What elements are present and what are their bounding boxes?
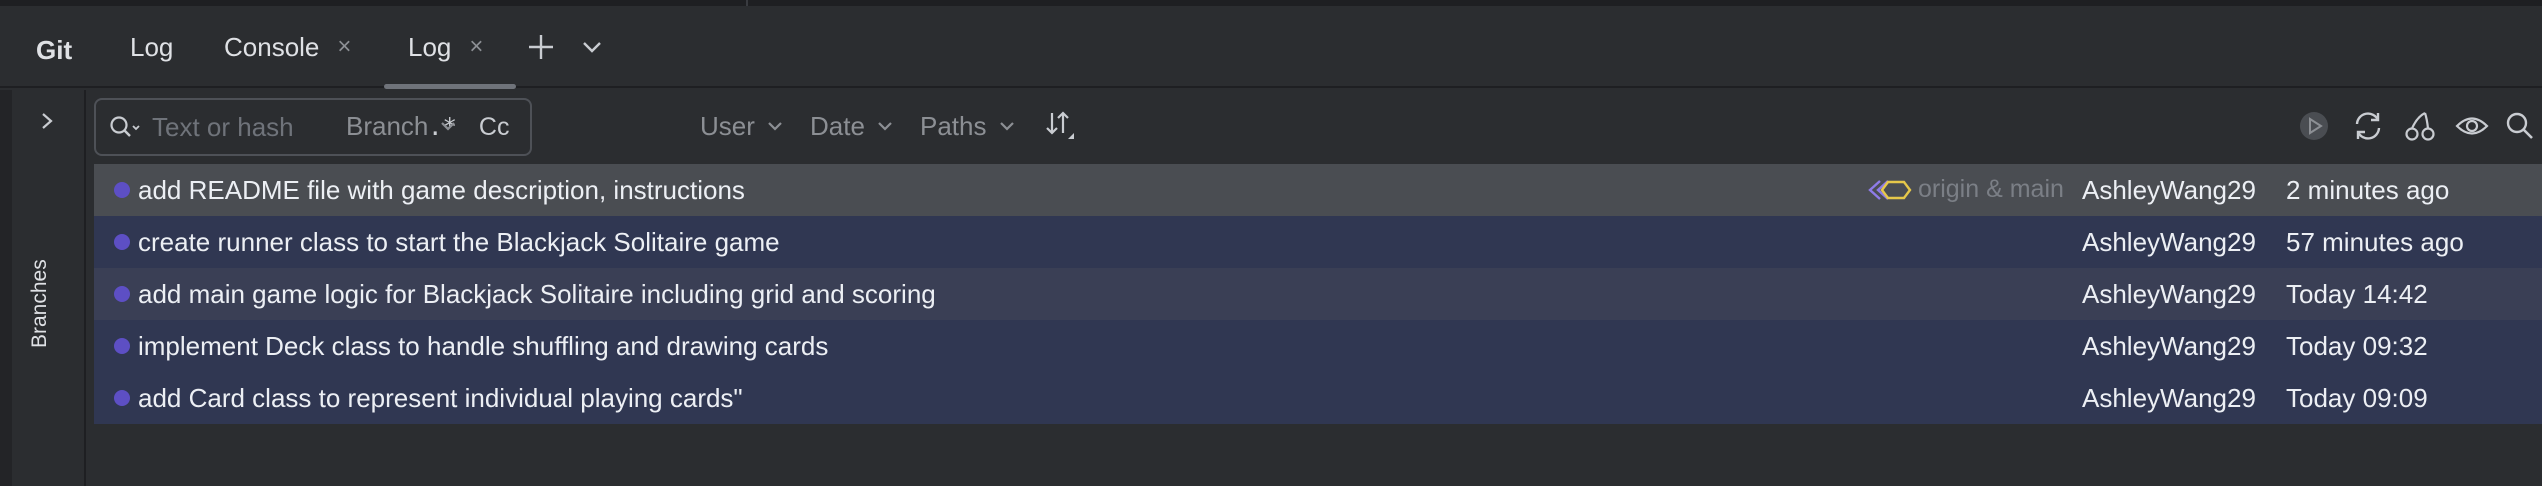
branches-stripe: Branches xyxy=(0,90,86,486)
tab-label: Log xyxy=(408,31,452,62)
chevron-down-icon xyxy=(441,122,456,131)
cherry-pick-button[interactable] xyxy=(2400,106,2440,146)
branch-filter[interactable]: Branch xyxy=(346,104,458,148)
chevron-down-icon xyxy=(583,42,601,53)
branch-tag-icon xyxy=(1866,177,1912,203)
toolwindow-tabbar: Git Log Console × Log × xyxy=(0,6,2542,89)
paths-filter-label: Paths xyxy=(920,110,987,141)
date-filter-label: Date xyxy=(810,110,865,141)
tab-log[interactable]: Log xyxy=(130,6,173,88)
commit-row[interactable]: add README file with game description, i… xyxy=(94,164,2542,216)
commit-log-table: add README file with game description, i… xyxy=(94,164,2542,424)
commit-author: AshleyWang29 xyxy=(2082,383,2256,413)
branches-label[interactable]: Branches xyxy=(28,259,52,348)
tab-options-button[interactable] xyxy=(580,6,604,88)
commit-refs: origin & main xyxy=(1866,175,2064,204)
paths-filter[interactable]: Paths xyxy=(920,104,1017,148)
sort-options-button[interactable] xyxy=(1044,104,1078,148)
active-tab-indicator xyxy=(384,84,516,89)
chevron-down-icon xyxy=(768,122,782,131)
commit-row[interactable]: add main game logic for Blackjack Solita… xyxy=(94,268,2542,320)
search-box[interactable]: .* Cc xyxy=(94,98,532,156)
commit-row[interactable]: add Card class to represent individual p… xyxy=(94,372,2542,424)
branch-filter-label: Branch xyxy=(346,110,429,141)
chevron-down-icon xyxy=(999,122,1014,131)
commit-author: AshleyWang29 xyxy=(2082,227,2256,257)
view-options-button[interactable] xyxy=(2452,106,2492,146)
commit-date: Today 09:09 xyxy=(2286,383,2428,413)
commit-date: 57 minutes ago xyxy=(2286,227,2464,257)
commit-node xyxy=(114,338,130,354)
filter-bar: .* Cc Branch User Date Paths xyxy=(88,90,2542,162)
expand-branches-button[interactable] xyxy=(36,110,58,137)
commit-node xyxy=(114,286,130,302)
add-tab-button[interactable] xyxy=(526,6,556,88)
toolwindow-title: Git xyxy=(36,35,73,65)
sort-icon xyxy=(1046,111,1074,139)
commit-date: Today 09:32 xyxy=(2286,331,2428,361)
commit-message: add Card class to represent individual p… xyxy=(138,383,743,413)
commit-author: AshleyWang29 xyxy=(2082,279,2256,309)
commit-message: add README file with game description, i… xyxy=(138,175,745,205)
user-filter[interactable]: User xyxy=(700,104,785,148)
commit-author: AshleyWang29 xyxy=(2082,175,2256,205)
commit-node xyxy=(114,182,130,198)
chevron-down-icon xyxy=(878,122,892,131)
commit-node xyxy=(114,234,130,250)
commit-node xyxy=(114,390,130,406)
eye-icon xyxy=(2455,117,2489,135)
commit-row[interactable]: create runner class to start the Blackja… xyxy=(94,216,2542,268)
chevron-right-icon xyxy=(42,113,53,129)
play-icon xyxy=(2300,112,2328,140)
match-case-toggle[interactable]: Cc xyxy=(479,113,510,142)
search-icon xyxy=(2506,112,2533,139)
close-icon[interactable]: × xyxy=(337,33,351,61)
tab-label: Console xyxy=(224,31,320,62)
close-icon[interactable]: × xyxy=(469,33,483,61)
commit-author: AshleyWang29 xyxy=(2082,331,2256,361)
refresh-icon xyxy=(2355,112,2381,140)
cherry-pick-run-button[interactable] xyxy=(2294,106,2334,146)
tab-label: Log xyxy=(130,31,174,62)
tab-console[interactable]: Console × xyxy=(224,6,351,88)
commit-refs-label: origin & main xyxy=(1918,175,2064,203)
commit-date: Today 14:42 xyxy=(2286,279,2428,309)
date-filter[interactable]: Date xyxy=(810,104,895,148)
user-filter-label: User xyxy=(700,110,755,141)
commit-date: 2 minutes ago xyxy=(2286,175,2450,205)
commit-message: implement Deck class to handle shuffling… xyxy=(138,331,829,361)
search-commit-button[interactable] xyxy=(2500,106,2540,146)
stripe-edge xyxy=(0,90,12,486)
cherry-icon xyxy=(2405,112,2435,141)
commit-row[interactable]: implement Deck class to handle shuffling… xyxy=(94,320,2542,372)
commit-message: add main game logic for Blackjack Solita… xyxy=(138,279,936,309)
refresh-button[interactable] xyxy=(2348,106,2388,146)
plus-icon xyxy=(529,35,553,59)
tab-log-active[interactable]: Log × xyxy=(408,6,483,88)
search-icon[interactable] xyxy=(108,114,142,140)
commit-message: create runner class to start the Blackja… xyxy=(138,227,780,257)
